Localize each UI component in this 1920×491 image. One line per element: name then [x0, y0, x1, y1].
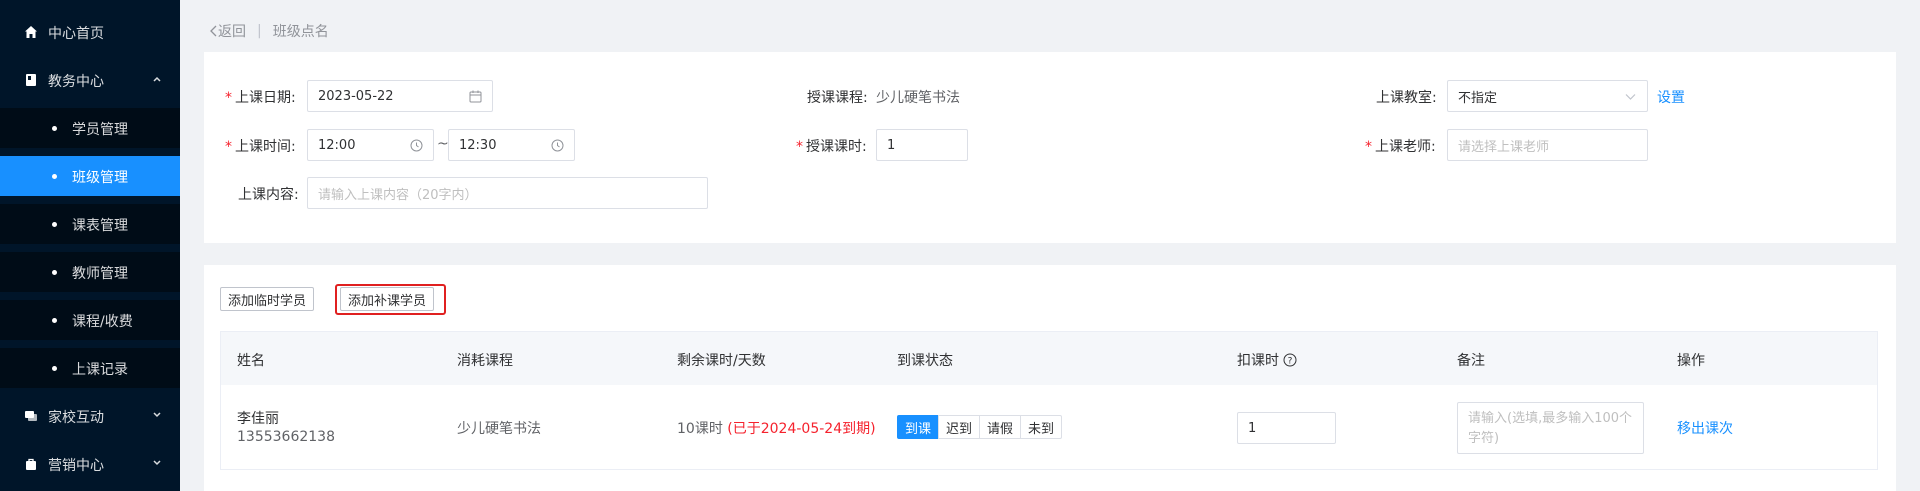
- breadcrumb: 返回 | 班级点名: [209, 21, 329, 41]
- content-label: 上课内容:: [238, 187, 299, 203]
- sidebar-item-marketing[interactable]: 营销中心: [0, 440, 180, 488]
- start-time-input[interactable]: 12:00: [307, 129, 434, 161]
- sidebar-sub-records[interactable]: 上课记录: [0, 348, 180, 388]
- classroom-setting-link[interactable]: 设置: [1657, 87, 1685, 107]
- status-present[interactable]: 到课: [897, 415, 940, 439]
- end-time-input[interactable]: 12:30: [448, 129, 575, 161]
- status-leave[interactable]: 请假: [979, 415, 1022, 439]
- bullet-icon: [52, 126, 57, 131]
- svg-text:?: ?: [1288, 357, 1293, 367]
- chevron-left-icon: [210, 25, 217, 37]
- classroom-select[interactable]: 不指定: [1447, 80, 1648, 112]
- student-name: 李佳丽: [237, 411, 279, 427]
- chevron-down-icon: [153, 460, 161, 466]
- sidebar-item-label: 教务中心: [48, 74, 104, 90]
- home-icon: [25, 26, 37, 38]
- status-late[interactable]: 迟到: [938, 415, 981, 439]
- chevron-down-icon: [1625, 94, 1636, 100]
- calendar-icon: [469, 90, 482, 103]
- time-separator: ~: [437, 136, 449, 152]
- sidebar-sub-teachers[interactable]: 教师管理: [0, 252, 180, 292]
- bullet-icon: [52, 318, 57, 323]
- back-link[interactable]: 返回: [209, 21, 246, 41]
- clock-icon: [551, 139, 564, 152]
- status-absent[interactable]: 未到: [1020, 415, 1063, 439]
- sidebar-item-label: 家校互动: [48, 410, 104, 426]
- bag-icon: [26, 458, 36, 470]
- course-value: 少儿硬笔书法: [876, 90, 960, 106]
- bullet-icon: [52, 174, 57, 179]
- classroom-label: 上课教室:: [1376, 90, 1437, 106]
- table-header: 姓名 消耗课程 剩余课时/天数 到课状态 扣课时 ? 备注 操作: [221, 332, 1877, 385]
- chat-icon: [25, 411, 37, 421]
- breadcrumb-separator: |: [257, 23, 262, 39]
- bullet-icon: [52, 222, 57, 227]
- teacher-select[interactable]: 请选择上课老师: [1447, 129, 1648, 161]
- deduct-hours-input[interactable]: 1: [1237, 412, 1336, 444]
- th-remaining: 剩余课时/天数: [677, 353, 766, 369]
- expiry-note: (已于2024-05-24到期): [727, 421, 876, 437]
- sidebar-sub-students[interactable]: 学员管理: [0, 108, 180, 148]
- attendance-status-group: 到课 迟到 请假 未到: [897, 415, 1063, 439]
- course-label: 授课课程:: [807, 90, 868, 106]
- chevron-up-icon: [153, 76, 161, 82]
- sidebar-sub-schedule[interactable]: 课表管理: [0, 204, 180, 244]
- content-input[interactable]: 请输入上课内容（20字内）: [307, 177, 708, 209]
- students-panel: 添加临时学员 添加补课学员 姓名 消耗课程 剩余课时/天数 到课状态 扣课时 ?…: [204, 265, 1896, 491]
- help-icon[interactable]: ?: [1283, 353, 1297, 367]
- book-icon: [26, 74, 36, 86]
- th-status: 到课状态: [897, 353, 953, 369]
- add-temp-student-button[interactable]: 添加临时学员: [220, 287, 315, 311]
- teacher-label: * 上课老师:: [1365, 139, 1436, 155]
- remove-from-lesson-link[interactable]: 移出课次: [1677, 418, 1733, 438]
- add-makeup-student-button[interactable]: 添加补课学员: [340, 287, 435, 311]
- date-input[interactable]: 2023-05-22: [307, 80, 493, 112]
- th-remark: 备注: [1457, 353, 1485, 369]
- consumed-course: 少儿硬笔书法: [457, 421, 541, 437]
- lesson-form-panel: * 上课日期: 2023-05-22 授课课程: 少儿硬笔书法 上课教室: 不指定…: [204, 52, 1896, 243]
- breadcrumb-current: 班级点名: [272, 24, 329, 40]
- remaining-hours: 10课时 (已于2024-05-24到期): [677, 421, 876, 437]
- sidebar-item-label: 营销中心: [48, 458, 104, 474]
- bullet-icon: [52, 366, 57, 371]
- sidebar-item-home[interactable]: 中心首页: [0, 8, 180, 56]
- sidebar-sub-classes[interactable]: 班级管理: [0, 156, 180, 196]
- th-deduct: 扣课时 ?: [1237, 350, 1297, 370]
- sidebar: 中心首页 教务中心 学员管理 班级管理 课表管理 教师管理 课程/收费 上课记录…: [0, 0, 180, 491]
- sidebar-item-academic[interactable]: 教务中心: [0, 56, 180, 104]
- students-table: 姓名 消耗课程 剩余课时/天数 到课状态 扣课时 ? 备注 操作 李佳丽 135…: [220, 331, 1878, 470]
- sidebar-item-label: 中心首页: [48, 26, 104, 42]
- clock-icon: [410, 139, 423, 152]
- th-action: 操作: [1677, 353, 1705, 369]
- th-name: 姓名: [237, 353, 265, 369]
- date-label: * 上课日期:: [225, 90, 296, 106]
- th-course: 消耗课程: [457, 353, 513, 369]
- sidebar-sub-courses[interactable]: 课程/收费: [0, 300, 180, 340]
- chevron-down-icon: [153, 412, 161, 418]
- student-phone: 13553662138: [237, 429, 335, 445]
- time-label: * 上课时间:: [225, 139, 296, 155]
- bullet-icon: [52, 270, 57, 275]
- sidebar-item-home-school[interactable]: 家校互动: [0, 392, 180, 440]
- hours-input[interactable]: 1: [876, 129, 968, 161]
- remark-textarea[interactable]: 请输入(选填,最多输入100个字符): [1457, 402, 1644, 454]
- hours-label: * 授课课时:: [796, 139, 867, 155]
